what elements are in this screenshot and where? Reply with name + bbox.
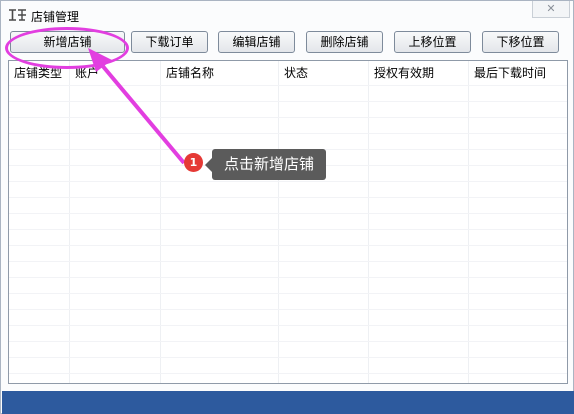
step-badge: 1 xyxy=(184,153,203,172)
callout-arrow xyxy=(88,48,186,165)
tooltip-pointer xyxy=(205,158,212,172)
instruction-tooltip: 点击新增店铺 xyxy=(212,149,326,180)
